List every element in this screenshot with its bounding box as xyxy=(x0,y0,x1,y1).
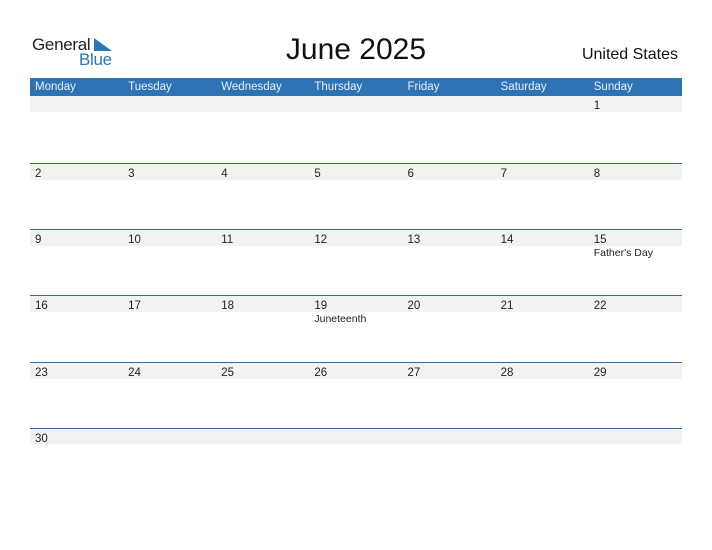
day-cell[interactable]: 19 Juneteenth xyxy=(309,296,402,325)
weekday-friday: Friday xyxy=(407,81,440,93)
day-number: 30 xyxy=(35,432,48,445)
weekday-saturday: Saturday xyxy=(500,81,547,93)
empty-day-cell xyxy=(123,96,216,112)
empty-day-cell xyxy=(309,429,402,444)
date-band: 16 17 18 19 Juneteenth 20 21 22 xyxy=(30,296,682,325)
day-cell[interactable]: 8 xyxy=(589,164,682,180)
holiday-label: Juneteenth xyxy=(314,313,367,326)
day-cell[interactable]: 25 xyxy=(216,363,309,379)
day-number: 17 xyxy=(128,300,141,313)
day-number: 15 xyxy=(593,234,607,247)
day-cell[interactable]: 6 xyxy=(403,164,496,180)
day-cell[interactable]: 27 xyxy=(403,363,496,379)
day-number: 18 xyxy=(221,300,235,313)
day-number: 7 xyxy=(500,168,508,180)
date-band: 30 xyxy=(30,428,682,445)
day-number: 9 xyxy=(35,234,42,247)
day-number: 25 xyxy=(221,366,235,379)
day-cell[interactable]: 13 xyxy=(403,230,496,246)
day-number: 14 xyxy=(500,234,514,247)
day-cell[interactable]: 28 xyxy=(496,363,589,379)
day-cell[interactable]: 26 xyxy=(309,363,402,379)
weekday-wednesday: Wednesday xyxy=(221,81,282,93)
day-number: 1 xyxy=(593,100,601,112)
day-cell[interactable]: 10 xyxy=(123,230,216,246)
day-number: 21 xyxy=(500,300,514,313)
calendar-grid: Monday Tuesday Wednesday Thursday Friday Satu… xyxy=(30,78,682,494)
holiday-label: Father's Day xyxy=(593,247,653,260)
empty-day-cell xyxy=(30,96,123,112)
day-number: 26 xyxy=(314,366,328,379)
empty-day-cell xyxy=(496,96,589,112)
day-cell[interactable]: 12 xyxy=(309,230,402,246)
day-number: 6 xyxy=(407,168,414,180)
day-number: 16 xyxy=(35,300,48,313)
week-row: 30 xyxy=(30,427,682,494)
week-row: 9 10 11 12 13 14 15 Father's Day xyxy=(30,229,682,295)
empty-day-cell xyxy=(309,96,402,112)
day-cell[interactable]: 15 Father's Day xyxy=(589,230,682,259)
empty-day-cell xyxy=(216,96,309,112)
day-number: 27 xyxy=(407,366,421,379)
day-cell[interactable]: 5 xyxy=(309,164,402,180)
day-number: 13 xyxy=(407,234,421,247)
empty-day-cell xyxy=(403,429,496,444)
empty-day-cell xyxy=(496,429,589,444)
day-cell[interactable]: 3 xyxy=(123,164,216,180)
day-cell[interactable]: 30 xyxy=(30,429,123,445)
weekday-header: Monday Tuesday Wednesday Thursday Friday Satu… xyxy=(30,78,682,96)
empty-day-cell xyxy=(403,96,496,112)
empty-day-cell xyxy=(216,429,309,444)
country-label: United States xyxy=(581,46,678,63)
day-number: 20 xyxy=(407,300,421,313)
day-number: 12 xyxy=(314,234,328,247)
week-row: 23 24 25 26 27 28 29 xyxy=(30,361,682,428)
week-row: 1 xyxy=(30,96,682,163)
date-band: 1 xyxy=(30,96,682,112)
date-band: 23 24 25 26 27 28 29 xyxy=(30,362,682,379)
weekday-monday: Monday xyxy=(35,81,76,93)
day-cell[interactable]: 22 xyxy=(589,296,682,312)
day-cell[interactable]: 14 xyxy=(496,230,589,246)
day-number: 5 xyxy=(314,168,321,180)
week-row: 2 3 4 5 6 7 8 xyxy=(30,163,682,229)
day-cell[interactable]: 24 xyxy=(123,363,216,379)
day-cell[interactable]: 23 xyxy=(30,363,123,379)
day-number: 23 xyxy=(35,366,48,379)
empty-day-cell xyxy=(589,429,682,444)
weekday-thursday: Thursday xyxy=(314,81,363,93)
day-cell[interactable]: 21 xyxy=(496,296,589,312)
day-number: 22 xyxy=(593,300,607,313)
day-cell[interactable]: 2 xyxy=(30,164,123,180)
day-number: 24 xyxy=(128,366,141,379)
day-number: 8 xyxy=(593,168,601,180)
day-number: 11 xyxy=(221,234,234,247)
day-cell[interactable]: 16 xyxy=(30,296,123,312)
empty-day-cell xyxy=(123,429,216,444)
day-cell[interactable]: 7 xyxy=(496,164,589,180)
calendar-weeks: 1 2 3 4 5 6 7 8 9 10 11 12 13 14 15 Father's Day 16 17 18 1… xyxy=(30,96,682,494)
week-row: 16 17 18 19 Juneteenth 20 21 22 xyxy=(30,295,682,361)
day-number: 2 xyxy=(35,168,42,180)
day-cell[interactable]: 29 xyxy=(589,363,682,379)
day-cell[interactable]: 1 xyxy=(589,96,682,112)
day-number: 10 xyxy=(128,234,141,247)
day-cell[interactable]: 9 xyxy=(30,230,123,246)
day-cell[interactable]: 17 xyxy=(123,296,216,312)
day-cell[interactable]: 4 xyxy=(216,164,309,180)
day-number: 29 xyxy=(593,366,607,379)
day-cell[interactable]: 18 xyxy=(216,296,309,312)
day-cell[interactable]: 20 xyxy=(403,296,496,312)
day-number: 28 xyxy=(500,366,514,379)
day-number: 3 xyxy=(128,168,135,180)
weekday-tuesday: Tuesday xyxy=(128,81,172,93)
weekday-sunday: Sunday xyxy=(593,81,633,93)
date-band: 9 10 11 12 13 14 15 Father's Day xyxy=(30,230,682,259)
day-number: 4 xyxy=(221,168,228,180)
day-number: 19 xyxy=(314,300,328,313)
date-band: 2 3 4 5 6 7 8 xyxy=(30,164,682,180)
day-cell[interactable]: 11 xyxy=(216,230,309,246)
